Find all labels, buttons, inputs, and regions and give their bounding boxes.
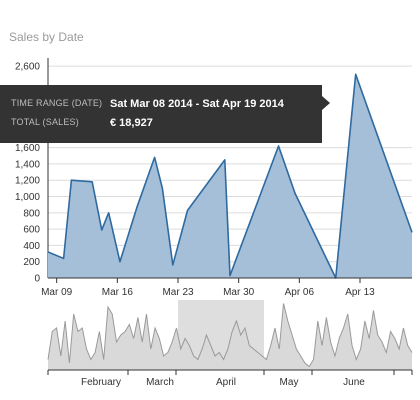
y-tick-label: 200 — [23, 257, 40, 268]
x-tick-label: Mar 16 — [102, 287, 134, 298]
tooltip-range-label: TIME RANGE (DATE) — [11, 98, 102, 108]
chart-canvas[interactable]: 0 200 400 600 800 1,000 1,200 1,400 1,600 2,600 M… — [0, 0, 420, 400]
y-tick-label: 2,600 — [15, 62, 40, 73]
x-tick-label: Mar 23 — [162, 287, 194, 298]
tooltip-box — [0, 85, 322, 143]
navigator-month-label: April — [216, 377, 236, 388]
tooltip: TIME RANGE (DATE) Sat Mar 08 2014 - Sat A… — [0, 85, 330, 143]
navigator: February March April May June — [47, 300, 413, 388]
x-tick-label: Mar 30 — [223, 287, 255, 298]
navigator-month-label: February — [81, 377, 121, 388]
tooltip-range-value: Sat Mar 08 2014 - Sat Apr 19 2014 — [110, 98, 285, 110]
x-tick-label: Apr 13 — [345, 287, 375, 298]
y-tick-label: 600 — [23, 225, 40, 236]
x-tick-label: Mar 09 — [41, 287, 73, 298]
tooltip-total-label: TOTAL (SALES) — [11, 117, 79, 127]
x-tick-label: Apr 06 — [285, 287, 315, 298]
y-tick-label: 800 — [23, 208, 40, 219]
navigator-month-label: June — [343, 377, 365, 388]
y-tick-label: 1,600 — [15, 143, 40, 154]
tooltip-arrow — [322, 96, 330, 110]
y-tick-label: 1,400 — [15, 159, 40, 170]
y-tick-label: 400 — [23, 241, 40, 252]
x-axis: Mar 09 Mar 16 Mar 23 Mar 30 Apr 06 Apr 13 — [41, 277, 412, 298]
navigator-month-label: March — [146, 377, 174, 388]
y-tick-label: 0 — [34, 274, 40, 285]
navigator-month-label: May — [280, 377, 299, 388]
y-tick-label: 1,000 — [15, 192, 40, 203]
tooltip-total-value: € 18,927 — [110, 117, 153, 129]
y-tick-label: 1,200 — [15, 176, 40, 187]
